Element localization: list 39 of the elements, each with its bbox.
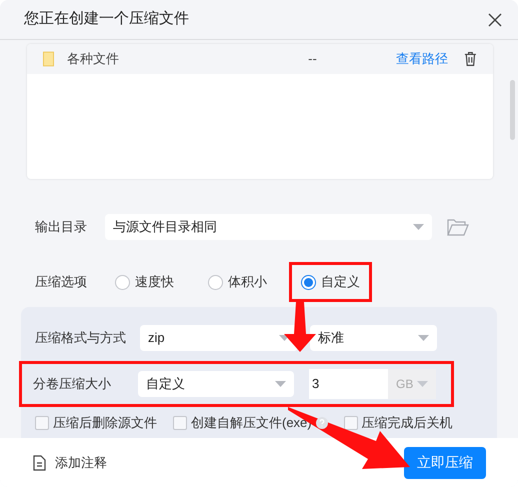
caret-icon (418, 335, 429, 341)
window-title: 您正在创建一个压缩文件 (24, 9, 189, 30)
annotation-arrow (283, 302, 317, 352)
trash-icon[interactable] (464, 51, 477, 67)
file-row[interactable]: 各种文件 -- 查看路径 (27, 44, 493, 74)
document-icon (33, 454, 46, 470)
file-name: 各种文件 (66, 50, 120, 68)
checkbox[interactable] (173, 416, 187, 430)
caret-icon (417, 381, 428, 387)
radio-icon (115, 274, 130, 290)
folder-icon[interactable] (447, 218, 469, 236)
split-size-input[interactable]: 3 (309, 369, 388, 399)
compress-now-button[interactable]: 立即压缩 (404, 446, 486, 478)
output-dir-select[interactable]: 与源文件目录相同 (105, 214, 432, 240)
format-label: 压缩格式与方式 (35, 329, 127, 348)
checkbox-label: 压缩后删除源文件 (53, 414, 157, 432)
close-icon[interactable] (488, 12, 502, 26)
checkbox[interactable] (35, 416, 49, 430)
view-path-link[interactable]: 查看路径 (396, 49, 448, 69)
format-select[interactable]: zip (140, 325, 298, 351)
add-note-button[interactable]: 添加注释 (33, 452, 107, 472)
radio-option[interactable]: 体积小 (196, 262, 279, 302)
radio-icon (301, 274, 316, 290)
caret-icon (413, 224, 424, 230)
compression-options-label: 压缩选项 (35, 273, 88, 292)
scrollbar[interactable] (510, 80, 515, 140)
split-label: 分卷压缩大小 (33, 375, 112, 394)
method-select[interactable]: 标准 (310, 325, 437, 351)
checkbox-label: 压缩完成后关机 (362, 414, 453, 432)
checkbox[interactable] (344, 416, 358, 430)
radio-icon (208, 274, 223, 290)
radio-option[interactable]: 自定义 (289, 262, 372, 302)
help-icon[interactable] (316, 416, 328, 429)
file-size: -- (308, 50, 318, 68)
radio-option[interactable]: 速度快 (103, 262, 186, 302)
caret-icon (275, 381, 286, 387)
folder-icon (43, 51, 55, 67)
split-mode-select[interactable]: 自定义 (138, 371, 294, 397)
output-dir-label: 输出目录 (35, 218, 88, 236)
